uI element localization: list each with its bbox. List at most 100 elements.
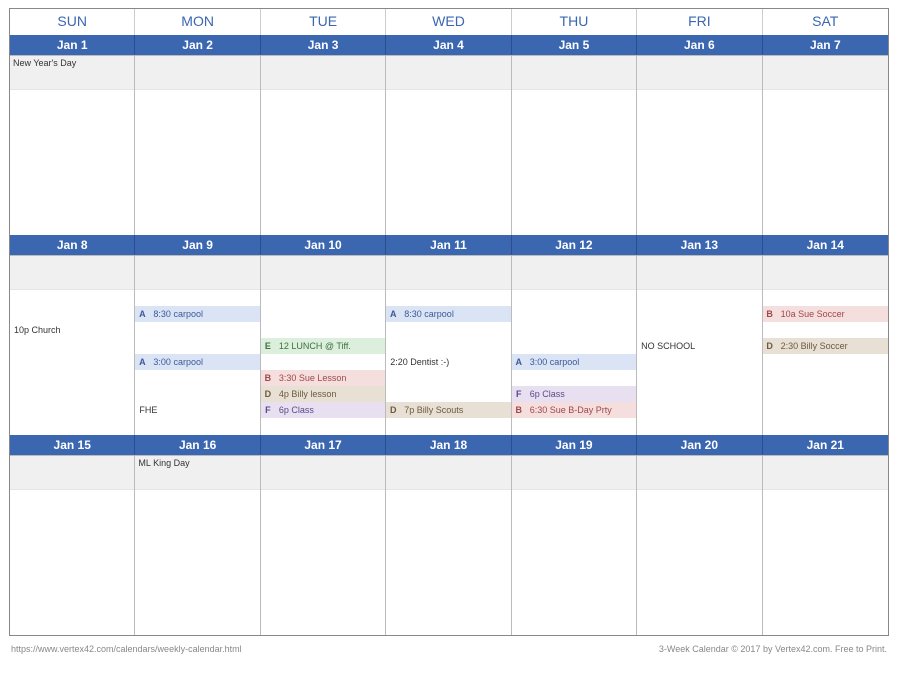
event-tagged: F6p Class xyxy=(261,402,385,418)
date-header: Jan 9 xyxy=(135,235,260,255)
footer-copyright: 3-Week Calendar © 2017 by Vertex42.com. … xyxy=(659,644,887,654)
allday-strip xyxy=(10,256,134,290)
day-of-week-row: SUNMONTUEWEDTHUFRISAT xyxy=(10,9,888,35)
event-category-tag: B xyxy=(763,309,777,319)
event-tagged: A8:30 carpool xyxy=(386,306,510,322)
date-header: Jan 10 xyxy=(261,235,386,255)
day-cell[interactable] xyxy=(763,55,888,235)
day-cell[interactable]: ML King Day xyxy=(135,455,260,635)
allday-strip: New Year's Day xyxy=(10,56,134,90)
event-text: 8:30 carpool xyxy=(400,309,510,319)
event-tagged: E12 LUNCH @ Tiff. xyxy=(261,338,385,354)
day-cell[interactable]: A8:30 carpool2:20 Dentist :-)D7p Billy S… xyxy=(386,255,511,435)
footer-url: https://www.vertex42.com/calendars/weekl… xyxy=(11,644,242,654)
day-cell[interactable] xyxy=(386,55,511,235)
event-text: 7p Billy Scouts xyxy=(400,405,510,415)
event-tagged: B6:30 Sue B-Day Prty xyxy=(512,402,636,418)
day-cell[interactable] xyxy=(512,55,637,235)
dow-header: SUN xyxy=(10,9,135,35)
allday-strip xyxy=(512,56,636,90)
date-header: Jan 14 xyxy=(763,235,888,255)
allday-strip xyxy=(386,456,510,490)
event-category-tag: A xyxy=(135,309,149,319)
day-cell[interactable]: 10p Church xyxy=(10,255,135,435)
event-category-tag: D xyxy=(386,405,400,415)
allday-strip xyxy=(637,456,761,490)
event-tagged: A3:00 carpool xyxy=(512,354,636,370)
date-header: Jan 8 xyxy=(10,235,135,255)
event-category-tag: D xyxy=(261,389,275,399)
allday-strip xyxy=(10,456,134,490)
event-plain: 10p Church xyxy=(10,322,134,338)
event-text: 6p Class xyxy=(526,389,636,399)
allday-strip: ML King Day xyxy=(135,456,259,490)
event-plain: NO SCHOOL xyxy=(637,338,761,354)
day-cell[interactable] xyxy=(386,455,511,635)
event-text: 3:00 carpool xyxy=(526,357,636,367)
day-cell[interactable]: E12 LUNCH @ Tiff.B3:30 Sue LessonD4p Bil… xyxy=(261,255,386,435)
event-text: 4p Billy lesson xyxy=(275,389,385,399)
date-header: Jan 18 xyxy=(386,435,511,455)
allday-strip xyxy=(763,456,888,490)
event-text: 2:30 Billy Soccer xyxy=(777,341,888,351)
event-tagged: A8:30 carpool xyxy=(135,306,259,322)
event-tagged: D4p Billy lesson xyxy=(261,386,385,402)
dow-header: FRI xyxy=(637,9,762,35)
event-text: 8:30 carpool xyxy=(149,309,259,319)
date-header: Jan 4 xyxy=(386,35,511,55)
day-cell[interactable] xyxy=(763,455,888,635)
event-category-tag: A xyxy=(512,357,526,367)
day-cell[interactable]: NO SCHOOL xyxy=(637,255,762,435)
event-category-tag: A xyxy=(135,357,149,367)
allday-strip xyxy=(135,256,259,290)
day-cell[interactable]: B10a Sue SoccerD2:30 Billy Soccer xyxy=(763,255,888,435)
event-tagged: F6p Class xyxy=(512,386,636,402)
day-cell[interactable] xyxy=(261,55,386,235)
allday-strip xyxy=(512,256,636,290)
day-cell[interactable] xyxy=(637,55,762,235)
allday-strip xyxy=(135,56,259,90)
event-tagged: D7p Billy Scouts xyxy=(386,402,510,418)
allday-strip xyxy=(763,56,888,90)
dow-header: SAT xyxy=(763,9,888,35)
day-cell[interactable] xyxy=(135,55,260,235)
event-text: 6p Class xyxy=(275,405,385,415)
date-header: Jan 20 xyxy=(637,435,762,455)
date-header: Jan 21 xyxy=(763,435,888,455)
event-text: 6:30 Sue B-Day Prty xyxy=(526,405,636,415)
date-header: Jan 2 xyxy=(135,35,260,55)
event-tagged: A3:00 carpool xyxy=(135,354,259,370)
allday-strip xyxy=(261,256,385,290)
date-header: Jan 5 xyxy=(512,35,637,55)
allday-strip xyxy=(763,256,888,290)
date-header: Jan 16 xyxy=(135,435,260,455)
date-header: Jan 3 xyxy=(261,35,386,55)
day-cell[interactable] xyxy=(10,455,135,635)
event-text: 3:00 carpool xyxy=(149,357,259,367)
dow-header: WED xyxy=(386,9,511,35)
day-cell[interactable]: New Year's Day xyxy=(10,55,135,235)
allday-strip xyxy=(261,56,385,90)
day-cell[interactable] xyxy=(261,455,386,635)
day-cell[interactable]: A8:30 carpoolA3:00 carpool FHE xyxy=(135,255,260,435)
calendar-grid: SUNMONTUEWEDTHUFRISAT Jan 1Jan 2Jan 3Jan… xyxy=(9,8,889,636)
date-header: Jan 11 xyxy=(386,235,511,255)
event-text: 3:30 Sue Lesson xyxy=(275,373,385,383)
date-header: Jan 6 xyxy=(637,35,762,55)
date-header: Jan 15 xyxy=(10,435,135,455)
day-cell[interactable] xyxy=(637,455,762,635)
event-text: 10a Sue Soccer xyxy=(777,309,888,319)
dow-header: MON xyxy=(135,9,260,35)
date-header: Jan 13 xyxy=(637,235,762,255)
day-cell[interactable] xyxy=(512,455,637,635)
event-category-tag: E xyxy=(261,341,275,351)
allday-strip xyxy=(386,56,510,90)
event-text: 12 LUNCH @ Tiff. xyxy=(275,341,385,351)
event-plain: FHE xyxy=(135,402,259,418)
day-cell[interactable]: A3:00 carpoolF6p ClassB6:30 Sue B-Day Pr… xyxy=(512,255,637,435)
event-category-tag: A xyxy=(386,309,400,319)
allday-strip xyxy=(512,456,636,490)
event-category-tag: B xyxy=(512,405,526,415)
dow-header: THU xyxy=(512,9,637,35)
event-category-tag: F xyxy=(512,389,526,399)
